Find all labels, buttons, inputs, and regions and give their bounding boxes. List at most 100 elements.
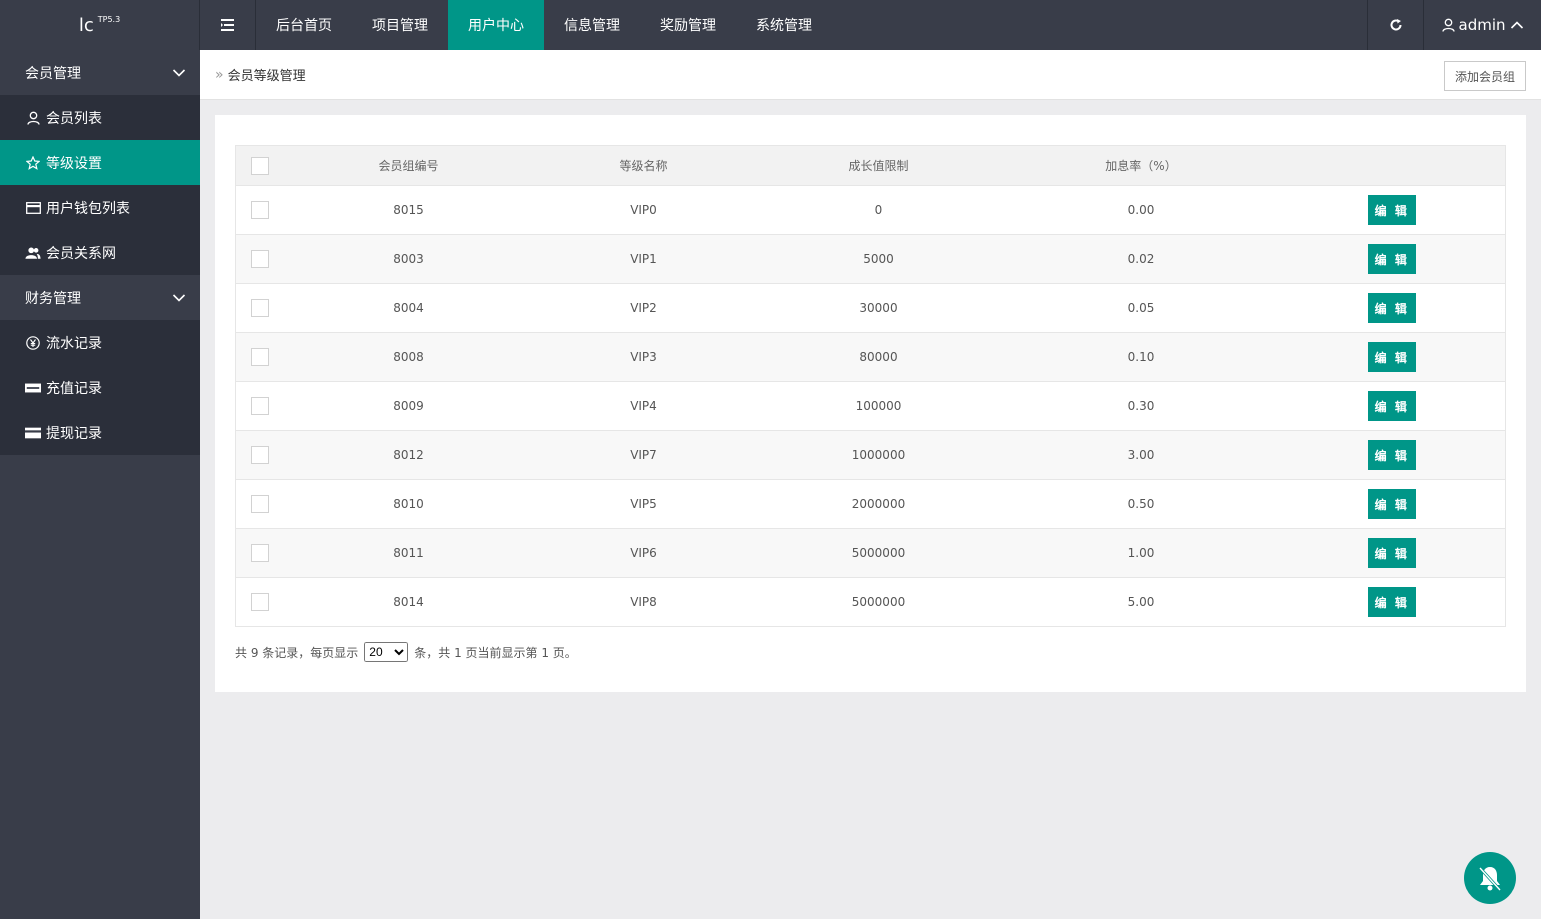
row-checkbox[interactable] [250, 446, 269, 464]
sidebar-group-members[interactable]: 会员管理 [0, 50, 200, 95]
edit-button[interactable]: 编 辑 [1367, 244, 1416, 274]
content-card: 会员组编号 等级名称 成长值限制 加息率（%） 8015 VIP0 0 0.00 编 辑… [215, 115, 1526, 692]
sidebar-group-label: 会员管理 [25, 65, 81, 82]
checkbox-cell [235, 234, 284, 284]
select-all-checkbox[interactable] [250, 156, 269, 175]
growth-limit-cell: 1000000 [753, 430, 1004, 480]
sidebar-item-member-list[interactable]: 会员列表 [0, 95, 200, 140]
table-row: 8004 VIP2 30000 0.05 编 辑 [235, 283, 1506, 333]
user-menu[interactable]: admin [1423, 0, 1541, 50]
checkbox-cell [235, 185, 284, 235]
edit-button[interactable]: 编 辑 [1367, 293, 1416, 323]
edit-button[interactable]: 编 辑 [1367, 489, 1416, 519]
checkbox-cell [235, 577, 284, 627]
chevron-up-icon [1510, 21, 1523, 29]
growth-limit-cell: 80000 [753, 332, 1004, 382]
nav-projects[interactable]: 项目管理 [352, 0, 448, 50]
nav-home[interactable]: 后台首页 [256, 0, 352, 50]
interest-rate-cell: 0.02 [1003, 234, 1279, 284]
nav-rewards[interactable]: 奖励管理 [640, 0, 736, 50]
interest-rate-cell: 0.10 [1003, 332, 1279, 382]
page-title: 会员等级管理 [227, 69, 306, 84]
sidebar-item-label: 会员列表 [46, 110, 102, 127]
edit-button[interactable]: 编 辑 [1367, 391, 1416, 421]
sidebar-group-label: 财务管理 [25, 290, 81, 307]
actions-cell: 编 辑 [1278, 332, 1506, 382]
growth-limit-cell: 2000000 [753, 479, 1004, 529]
pager-prefix: 共 9 条记录，每页显示 [235, 645, 359, 660]
growth-limit-cell: 5000 [753, 234, 1004, 284]
row-checkbox[interactable] [250, 250, 269, 268]
checkbox-cell [235, 430, 284, 480]
group-id-cell: 8003 [283, 234, 534, 284]
sidebar: 会员管理 会员列表 等级设置 用户钱包列表 会员关系网 财务管理 流水记录 充值… [0, 50, 200, 919]
bell-off-icon [1478, 866, 1502, 892]
sidebar-item-member-network[interactable]: 会员关系网 [0, 230, 200, 275]
chevron-down-icon [172, 293, 186, 302]
user-icon [1441, 18, 1455, 32]
checkbox-cell [235, 283, 284, 333]
group-id-cell: 8010 [283, 479, 534, 529]
breadcrumb: » 会员等级管理 添加会员组 [200, 50, 1541, 100]
edit-button[interactable]: 编 辑 [1367, 587, 1416, 617]
row-checkbox[interactable] [250, 299, 269, 317]
actions-cell: 编 辑 [1278, 528, 1506, 578]
table-row: 8008 VIP3 80000 0.10 编 辑 [235, 332, 1506, 382]
growth-limit-cell: 0 [753, 185, 1004, 235]
sidebar-item-transactions[interactable]: 流水记录 [0, 320, 200, 365]
add-group-button[interactable]: 添加会员组 [1443, 61, 1526, 91]
notification-button[interactable] [1464, 852, 1516, 904]
edit-button[interactable]: 编 辑 [1367, 440, 1416, 470]
sidebar-group-finance[interactable]: 财务管理 [0, 275, 200, 320]
level-name-cell: VIP3 [533, 332, 754, 382]
hamburger-icon [220, 19, 234, 31]
table-row: 8011 VIP6 5000000 1.00 编 辑 [235, 528, 1506, 578]
double-chevron-icon: » [215, 66, 224, 83]
refresh-button[interactable] [1367, 0, 1423, 50]
menu-toggle-button[interactable] [200, 0, 256, 50]
edit-button[interactable]: 编 辑 [1367, 342, 1416, 372]
sidebar-item-level-settings[interactable]: 等级设置 [0, 140, 200, 185]
group-id-cell: 8012 [283, 430, 534, 480]
interest-rate-cell: 0.30 [1003, 381, 1279, 431]
interest-rate-cell: 0.05 [1003, 283, 1279, 333]
star-icon [26, 155, 40, 170]
edit-button[interactable]: 编 辑 [1367, 538, 1416, 568]
nav-user-center[interactable]: 用户中心 [448, 0, 544, 50]
group-id-cell: 8014 [283, 577, 534, 627]
group-id-cell: 8015 [283, 185, 534, 235]
level-name-cell: VIP4 [533, 381, 754, 431]
row-checkbox[interactable] [250, 544, 269, 562]
interest-rate-cell: 0.50 [1003, 479, 1279, 529]
group-id-cell: 8011 [283, 528, 534, 578]
column-header: 成长值限制 [753, 145, 1004, 186]
row-checkbox[interactable] [250, 201, 269, 219]
row-checkbox[interactable] [250, 495, 269, 513]
level-name-cell: VIP2 [533, 283, 754, 333]
column-header: 等级名称 [533, 145, 754, 186]
sidebar-item-recharge[interactable]: 充值记录 [0, 365, 200, 410]
main-nav: 后台首页 项目管理 用户中心 信息管理 奖励管理 系统管理 [256, 0, 832, 50]
payment-card-icon [25, 383, 41, 392]
pagination: 共 9 条记录，每页显示 20 条，共 1 页当前显示第 1 页。 [235, 642, 577, 662]
sidebar-item-wallet-list[interactable]: 用户钱包列表 [0, 185, 200, 230]
sidebar-item-label: 流水记录 [46, 335, 102, 352]
row-checkbox[interactable] [250, 397, 269, 415]
table-row: 8014 VIP8 5000000 5.00 编 辑 [235, 577, 1506, 627]
logo-version: TP5.3 [97, 14, 121, 24]
interest-rate-cell: 3.00 [1003, 430, 1279, 480]
level-name-cell: VIP1 [533, 234, 754, 284]
page-size-select[interactable]: 20 [364, 642, 409, 662]
sidebar-item-withdraw[interactable]: 提现记录 [0, 410, 200, 455]
actions-cell: 编 辑 [1278, 577, 1506, 627]
nav-info[interactable]: 信息管理 [544, 0, 640, 50]
card-icon [25, 201, 41, 214]
row-checkbox[interactable] [250, 348, 269, 366]
group-id-cell: 8004 [283, 283, 534, 333]
sidebar-item-label: 用户钱包列表 [46, 200, 130, 217]
table-row: 8012 VIP7 1000000 3.00 编 辑 [235, 430, 1506, 480]
sidebar-item-label: 会员关系网 [46, 245, 116, 262]
nav-system[interactable]: 系统管理 [736, 0, 832, 50]
row-checkbox[interactable] [250, 593, 269, 611]
edit-button[interactable]: 编 辑 [1367, 195, 1416, 225]
